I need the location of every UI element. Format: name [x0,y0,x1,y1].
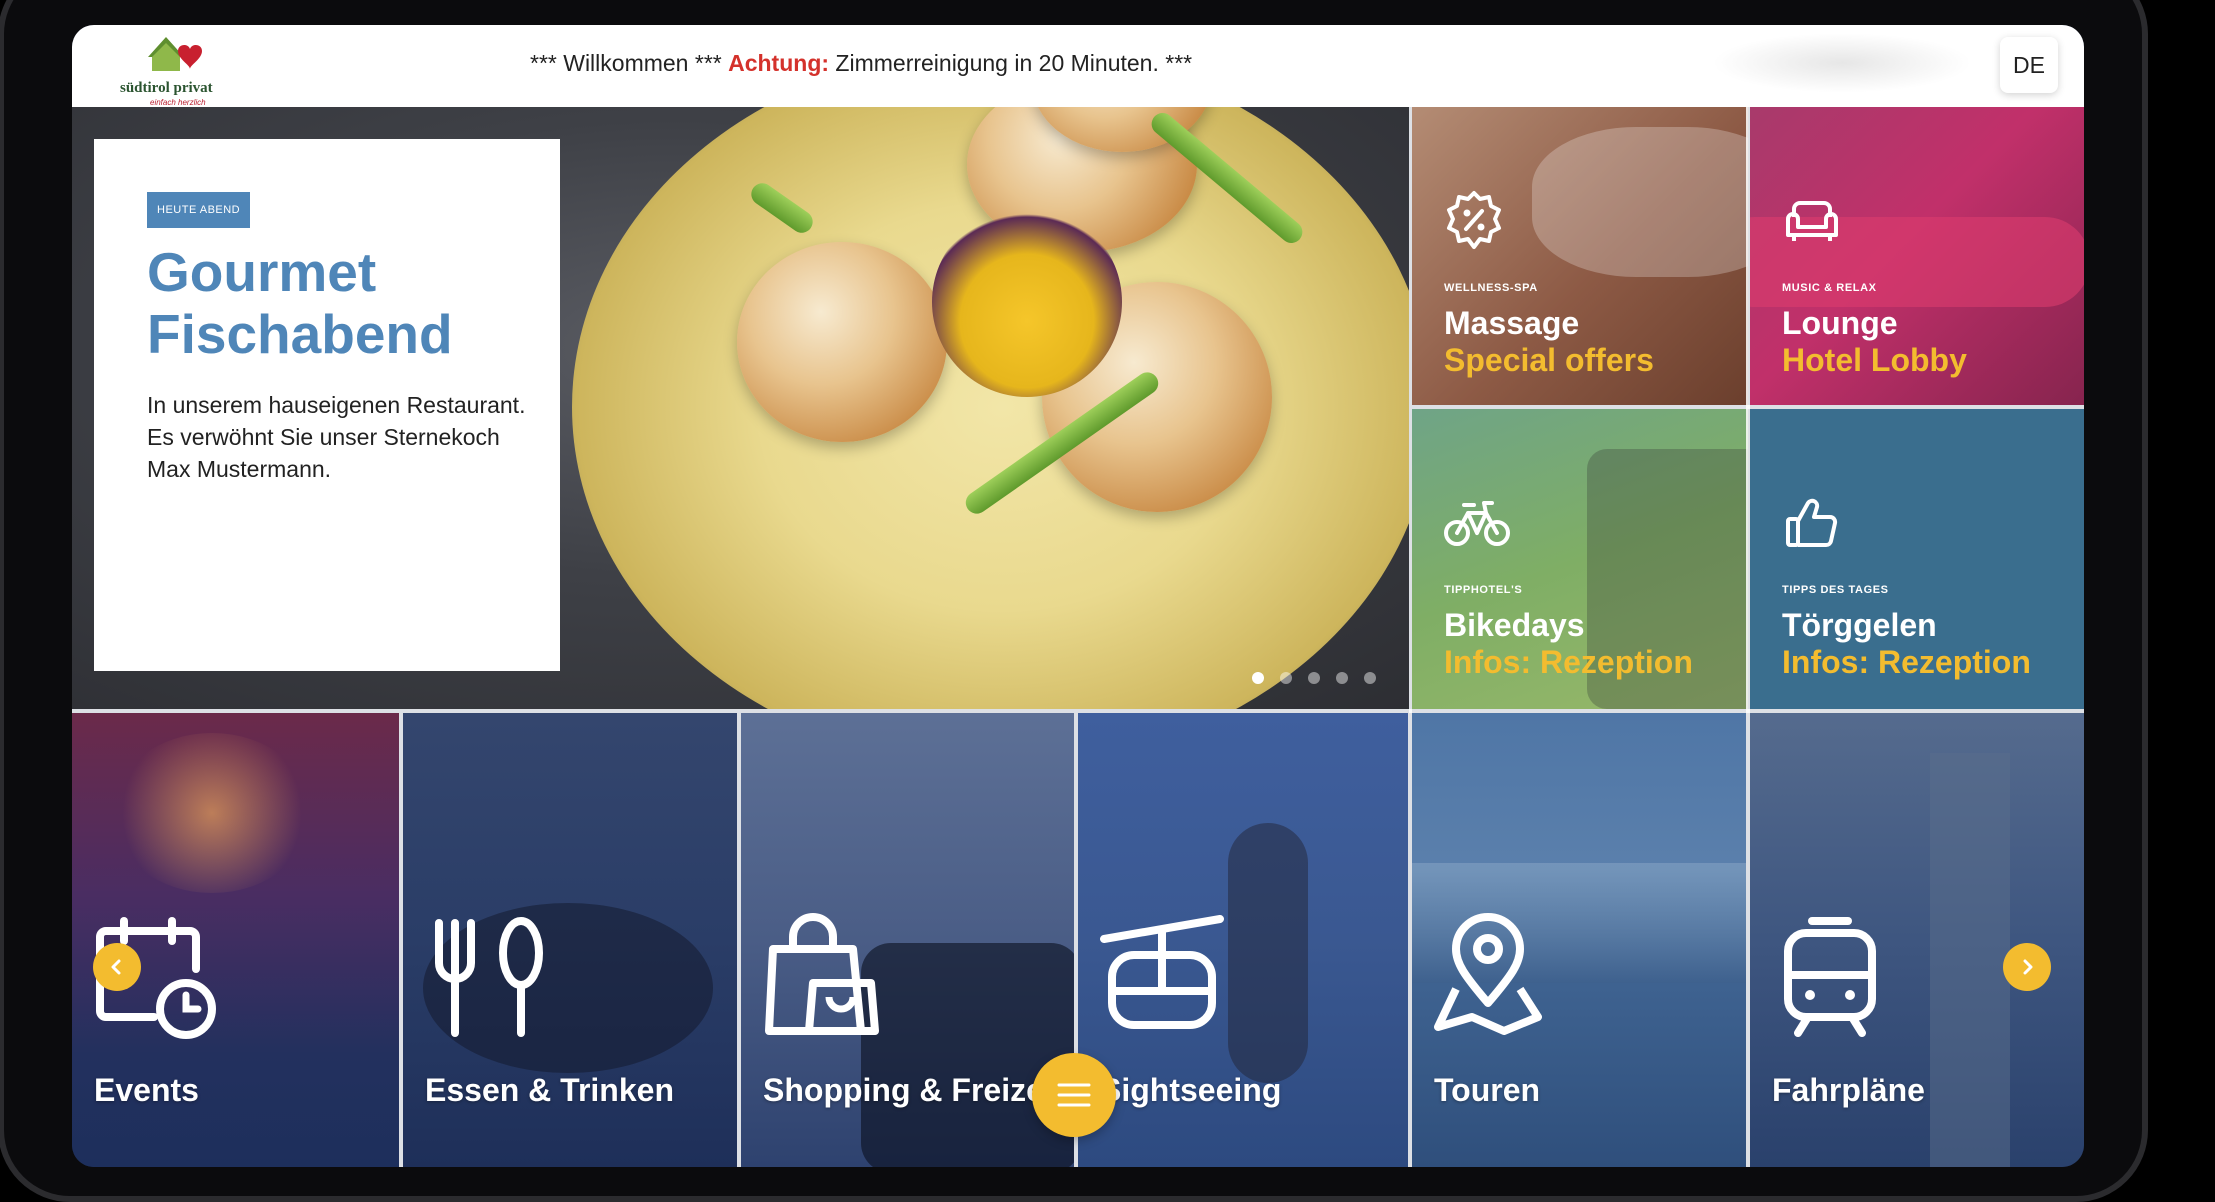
category-essen-trinken[interactable]: Essen & Trinken [403,713,737,1167]
logo-text: südtirol privat [120,80,213,96]
screen-glare [1712,33,1972,93]
app-screen: südtirol privat einfach herzlich *** Wil… [72,25,2084,1167]
percent-badge-icon [1447,191,1501,249]
slider-dot[interactable] [1280,672,1292,684]
slider-dots [1252,672,1376,684]
tile-bikedays[interactable]: TIPPHOTEL'S Bikedays Infos: Rezeption [1412,409,1748,709]
tile-title: Bikedays [1444,607,1585,643]
hero-title: Gourmet Fischabend [147,241,453,365]
fork-spoon-icon [435,917,543,1037]
category-label: Events [94,1072,199,1108]
grid-separator [72,709,2084,713]
language-button[interactable]: DE [2000,37,2058,93]
slider-dot[interactable] [1308,672,1320,684]
category-fahrplaene[interactable]: Fahrpläne [1750,713,2084,1167]
grid-separator [399,713,403,1167]
tile-title: Lounge [1782,305,1898,341]
category-sightseeing[interactable]: Sightseeing [1078,713,1408,1167]
hero-card[interactable]: HEUTE ABEND Gourmet Fischabend In unsere… [94,139,560,671]
chevron-left-icon [111,959,121,975]
grid-separator [1409,107,1412,713]
hero-image-scallop [737,242,947,442]
hero-tag: HEUTE ABEND [147,192,251,228]
tile-sub: MUSIC & RELAX [1782,282,1877,294]
hero-slider[interactable]: HEUTE ABEND Gourmet Fischabend In unsere… [72,107,1409,709]
category-bg-person [1228,823,1308,1083]
news-ticker: *** Willkommen *** Achtung: Zimmerreinig… [530,50,1192,77]
ticker-message: Zimmerreinigung in 20 Minuten. *** [835,50,1193,76]
top-bar: südtirol privat einfach herzlich *** Wil… [72,25,2084,107]
tile-highlight: Hotel Lobby [1782,342,1967,378]
category-bg-building [1930,753,2010,1167]
carousel-next-button[interactable] [2003,943,2051,991]
tile-highlight: Infos: Rezeption [1444,644,1693,680]
train-icon [1784,917,1876,1037]
logo-subtitle: einfach herzlich [150,98,206,107]
tile-bg-shape [1532,127,1748,277]
carousel-prev-button[interactable] [93,943,141,991]
category-events[interactable]: Events [72,713,399,1167]
hero-title-line2: Fischabend [147,303,453,365]
tile-sub: TIPPHOTEL'S [1444,584,1523,596]
category-label: Essen & Trinken [425,1072,674,1108]
bicycle-icon [1444,501,1510,546]
ticker-warning: Achtung: [728,50,830,76]
tile-highlight: Infos: Rezeption [1782,644,2031,680]
category-bg-light [112,733,312,893]
category-label: Fahrpläne [1772,1072,1925,1108]
chevron-right-icon [2023,959,2033,975]
menu-button[interactable] [1032,1053,1116,1137]
slider-dot[interactable] [1252,672,1264,684]
grid-separator [737,713,741,1167]
tile-massage[interactable]: WELLNESS-SPA Massage Special offers [1412,107,1748,405]
hero-text: In unserem hauseigenen Restaurant. Es ve… [147,392,526,482]
tile-title: Massage [1444,305,1580,341]
category-label: Touren [1434,1072,1541,1108]
sofa-icon [1786,201,1838,241]
grid-separator [1408,713,1412,1167]
category-shopping[interactable]: Shopping & Freizeit [741,713,1074,1167]
category-label: Shopping & Freizeit [763,1072,1064,1108]
tile-title: Törggelen [1782,607,1937,643]
ticker-prefix: *** Willkommen *** [530,50,722,76]
grid-separator [1412,405,2084,409]
hero-title-line1: Gourmet [147,241,377,303]
hamburger-icon [1057,1083,1091,1107]
tile-toerggelen[interactable]: TIPPS DES TAGES Törggelen Infos: Rezepti… [1750,409,2084,709]
slider-dot[interactable] [1336,672,1348,684]
thumbs-up-icon [1786,498,1838,547]
tile-sub: TIPPS DES TAGES [1782,584,1889,596]
tile-lounge[interactable]: MUSIC & RELAX Lounge Hotel Lobby [1750,107,2084,405]
map-pin-icon [1434,913,1542,1035]
shopping-bag-icon [765,913,879,1035]
category-label: Sightseeing [1100,1072,1282,1108]
tile-sub: WELLNESS-SPA [1444,282,1538,294]
hero-image-flower [932,207,1122,397]
grid-separator [1746,107,1750,1167]
category-touren[interactable]: Touren [1412,713,1746,1167]
cable-car-icon [1100,915,1224,1029]
slider-dot[interactable] [1364,672,1376,684]
tile-highlight: Special offers [1444,342,1654,378]
